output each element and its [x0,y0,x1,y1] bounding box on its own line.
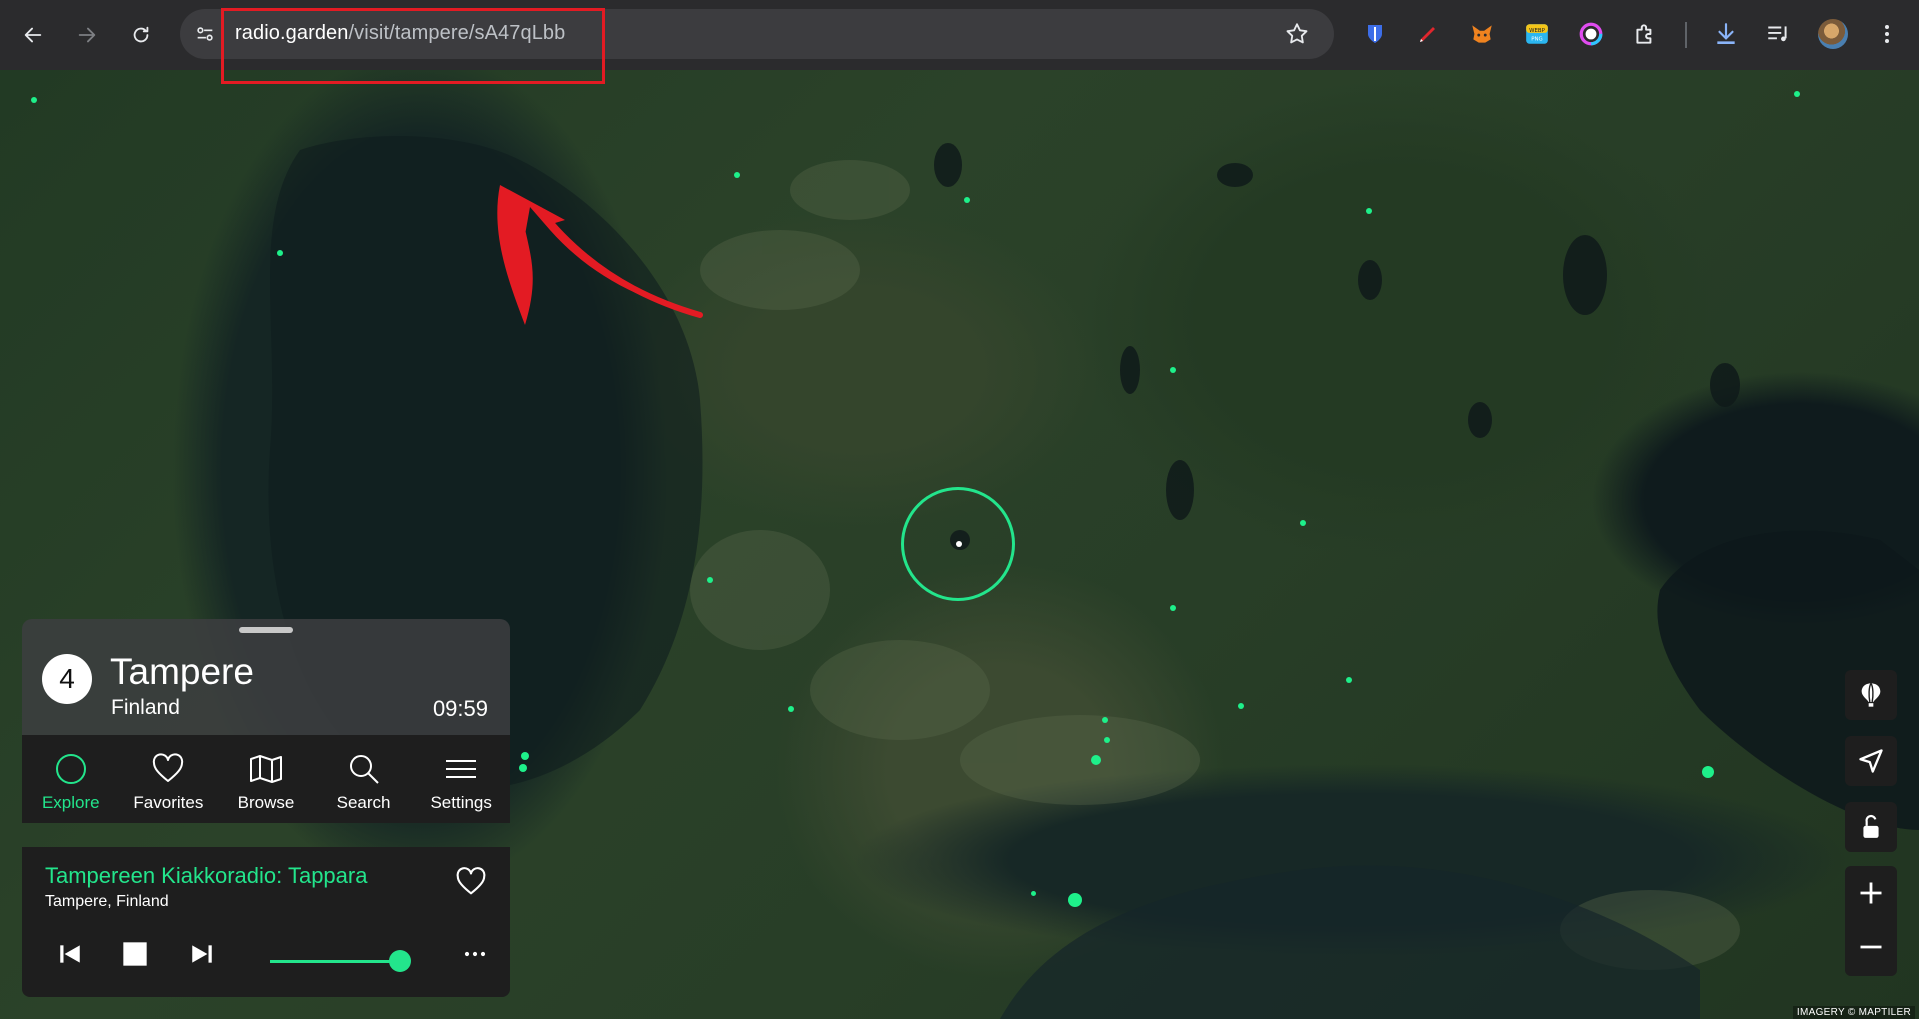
station-dot[interactable] [707,577,713,583]
tab-search[interactable]: Search [315,735,413,823]
station-location[interactable]: Tampere, Finland [45,893,169,911]
hamburger-icon [446,760,477,778]
zoom-controls [1845,866,1897,976]
forward-icon [78,27,96,43]
tab-label: Settings [430,793,492,812]
station-dot[interactable] [31,97,37,103]
stop-icon [123,942,147,966]
station-dot[interactable] [734,172,740,178]
tab-label: Favorites [133,793,204,812]
now-playing-player: Tampereen Kiakkoradio: Tappara Tampere, … [22,847,510,997]
stop-button[interactable] [120,939,150,969]
nav-tabs: Explore Favorites Browse Search Settings [22,735,510,823]
zoom-out-button[interactable] [1845,922,1897,972]
menu-icon[interactable] [1873,20,1901,48]
heart-icon [153,753,184,782]
profile-avatar[interactable] [1818,19,1848,49]
station-dot[interactable] [964,197,970,203]
place-title: Tampere [110,651,254,692]
color-ring-icon[interactable] [1577,20,1605,48]
station-dot[interactable] [1238,703,1244,709]
forward-button[interactable] [70,18,104,52]
toolbar-separator [1685,22,1687,48]
station-dot[interactable] [1702,766,1714,778]
station-dot[interactable] [1102,717,1108,723]
svg-text:WEBP: WEBP [1529,28,1545,34]
place-header[interactable]: 4 Tampere Finland 09:59 [22,619,510,735]
favorite-button[interactable] [454,865,488,899]
reload-icon [133,26,149,43]
metamask-icon[interactable] [1468,20,1496,48]
station-dot[interactable] [1300,520,1306,526]
back-button[interactable] [16,18,50,52]
reload-button[interactable] [124,18,158,52]
heart-icon [456,867,486,895]
station-count-badge: 4 [42,654,92,704]
extensions-icon[interactable] [1631,20,1659,48]
place-country: Finland [111,696,180,719]
bookmark-star-icon[interactable] [1284,21,1310,47]
more-dots-icon [464,951,486,957]
media-icon[interactable] [1764,20,1792,48]
tab-settings[interactable]: Settings [412,735,510,823]
station-dot[interactable] [1170,605,1176,611]
site-info-icon[interactable] [192,21,218,47]
tab-label: Explore [41,793,100,812]
tab-label: Browse [237,793,295,812]
plus-icon [1860,882,1882,904]
station-dot[interactable] [277,250,283,256]
station-dot[interactable] [1068,893,1082,907]
tab-favorites[interactable]: Favorites [120,735,218,823]
station-dot[interactable] [521,752,529,760]
previous-button[interactable] [55,939,85,969]
map-attribution: IMAGERY © MAPTILER [1792,1006,1915,1019]
local-time: 09:59 [432,696,488,721]
station-dot[interactable] [1346,677,1352,683]
station-dot[interactable] [1104,737,1110,743]
station-dot[interactable] [1366,208,1372,214]
skip-next-icon [192,945,212,963]
station-dot[interactable] [1091,755,1101,765]
volume-slider-handle[interactable] [389,950,411,972]
station-dot[interactable] [788,706,794,712]
bitwarden-icon[interactable] [1361,20,1389,48]
drag-handle[interactable] [239,627,293,633]
map-icon [249,755,282,783]
search-icon [349,755,379,784]
url-highlight-box [221,8,605,84]
station-dot[interactable] [1031,891,1036,896]
explore-icon [55,754,86,784]
zoom-in-button[interactable] [1845,868,1897,918]
station-dot[interactable] [519,764,527,772]
pen-icon[interactable] [1414,20,1442,48]
annotation-arrow [497,185,703,325]
unlock-icon [1863,814,1879,838]
back-icon [24,27,42,43]
webp-png-icon[interactable]: WEBP PNG [1523,20,1551,48]
location-panel: 4 Tampere Finland 09:59 Explore Favorite… [22,619,510,823]
svg-text:PNG: PNG [1531,37,1543,43]
next-button[interactable] [187,939,217,969]
tab-browse[interactable]: Browse [217,735,315,823]
navigation-arrow-icon [1859,749,1883,773]
volume-slider-track[interactable] [270,960,400,963]
station-name[interactable]: Tampereen Kiakkoradio: Tappara [45,863,367,889]
hot-air-balloon-icon [1861,682,1881,707]
tab-explore[interactable]: Explore [22,735,120,823]
download-icon[interactable] [1712,20,1740,48]
locate-me-button[interactable] [1845,736,1897,786]
skip-previous-icon [60,945,80,963]
lock-rotation-button[interactable] [1845,802,1897,852]
balloon-mode-button[interactable] [1845,670,1897,720]
minus-icon [1860,945,1882,949]
more-options-button[interactable] [460,942,490,966]
selected-location-marker[interactable] [956,541,962,547]
station-dot[interactable] [1794,91,1800,97]
station-dot[interactable] [1170,367,1176,373]
tab-label: Search [336,793,391,812]
